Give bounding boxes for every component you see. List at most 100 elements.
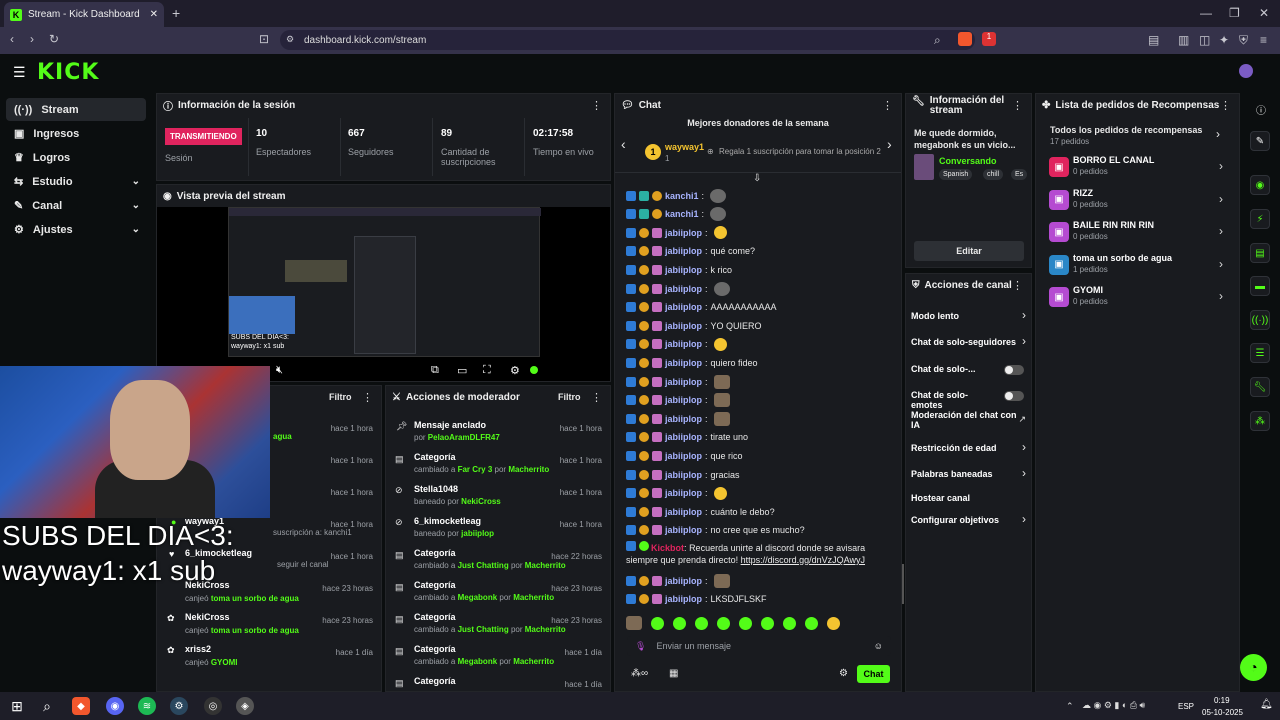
community-rail-button[interactable]: ⁂ — [1250, 411, 1270, 431]
obs-taskbar-icon[interactable]: ◎ — [204, 697, 222, 715]
reward-item[interactable]: ▣ BORRO EL CANAL 0 pedidos › — [1049, 153, 1229, 183]
tools-icon[interactable]: ⁂∞ — [631, 668, 648, 679]
notes-rail-button[interactable]: ▤ — [1250, 243, 1270, 263]
channel-action-item[interactable]: Moderación del chat con IA ↗ — [905, 410, 1032, 430]
chat-username[interactable]: jabiiplop — [665, 414, 702, 424]
emoji-icon[interactable]: ☺ — [874, 641, 883, 651]
windows-start-icon[interactable]: ⊞ — [8, 697, 26, 715]
channel-action-item[interactable]: Configurar objetivos › — [905, 512, 1032, 530]
sidebar-item-estudio[interactable]: ⇆ Estudio ⌄ — [6, 170, 146, 193]
pip-icon[interactable]: ⧉ — [431, 364, 439, 377]
reward-item[interactable]: ▣ toma un sorbo de agua 1 pedidos › — [1049, 251, 1229, 281]
reader-icon[interactable]: ▤ — [1148, 33, 1159, 47]
help-button[interactable]: ◔ — [1240, 654, 1267, 681]
brave-taskbar-icon[interactable]: ◆ — [72, 697, 90, 715]
reward-item[interactable]: ▣ BAILE RIN RIN RIN 0 pedidos › — [1049, 218, 1229, 248]
zoom-icon[interactable]: ⌕ — [934, 33, 941, 48]
sidebar-item-ajustes[interactable]: ⚙ Ajustes ⌄ — [6, 218, 146, 241]
sidebar-item-ingresos[interactable]: ▣ Ingresos — [6, 122, 146, 145]
kebab-icon[interactable]: ⋮ — [1012, 99, 1023, 112]
chat-scrollbar[interactable] — [902, 564, 904, 604]
chat-username[interactable]: jabiiplop — [665, 246, 702, 256]
browser-tab[interactable]: K Stream - Kick Dashboard ✕ — [4, 2, 164, 27]
clock-date[interactable]: 05-10-2025 — [1202, 708, 1243, 717]
menu-icon[interactable]: ≡ — [1260, 33, 1267, 47]
theater-icon[interactable]: ▭ — [457, 364, 467, 377]
sidebar-toggle-icon[interactable]: ▥ — [1178, 33, 1189, 47]
chat-username[interactable]: jabiiplop — [665, 395, 702, 405]
emote-icon[interactable] — [695, 616, 708, 630]
sidebar-item-stream[interactable]: ((·)) Stream — [6, 98, 146, 121]
avatar[interactable] — [1239, 64, 1253, 78]
chat-username[interactable]: jabiiplop — [665, 525, 702, 535]
spotify-taskbar-icon[interactable]: ≋ — [138, 697, 156, 715]
chat-username[interactable]: jabiiplop — [665, 265, 702, 275]
tray-icons[interactable]: ☁ ◉ ⚙ ▮ ◐ ⎙ 🔊︎ — [1082, 700, 1145, 711]
back-icon[interactable]: ‹ — [10, 32, 14, 46]
window-close-icon[interactable]: ✕ — [1259, 6, 1269, 20]
channel-action-item[interactable]: Palabras baneadas › — [905, 466, 1032, 484]
info-icon[interactable]: ⓘ — [1256, 102, 1266, 117]
notifications-icon[interactable]: 🔔︎ — [1260, 699, 1273, 710]
reload-icon[interactable]: ↻ — [49, 32, 59, 46]
kebab-icon[interactable]: ⋮ — [1220, 99, 1231, 112]
channel-action-item[interactable]: Chat de solo-emotes — [905, 387, 1032, 410]
bookmark-icon[interactable]: ⊡ — [259, 32, 269, 46]
chat-username[interactable]: jabiiplop — [665, 302, 702, 312]
edit-stream-button[interactable]: Editar — [914, 241, 1024, 261]
lightning-rail-button[interactable]: ⚡︎ — [1250, 209, 1270, 229]
toggle-switch[interactable] — [1004, 365, 1024, 375]
chat-username[interactable]: jabiiplop — [665, 228, 702, 238]
close-tab-icon[interactable]: ✕ — [150, 9, 158, 20]
channel-action-item[interactable]: Modo lento › — [905, 308, 1032, 326]
kebab-icon[interactable]: ⋮ — [882, 99, 893, 112]
channel-action-item[interactable]: Restricción de edad › — [905, 440, 1032, 458]
fullscreen-icon[interactable]: ⛶ — [483, 364, 491, 377]
sidebar-item-canal[interactable]: ✎ Canal ⌄ — [6, 194, 146, 217]
chat-username[interactable]: jabiiplop — [665, 284, 702, 294]
steam-taskbar-icon[interactable]: ⚙ — [170, 697, 188, 715]
chat-username[interactable]: Kickbot — [651, 543, 684, 553]
chat-username[interactable]: jabiiplop — [665, 507, 702, 517]
emote-icon[interactable] — [783, 616, 796, 630]
maximize-icon[interactable]: ❐ — [1229, 6, 1240, 20]
toggle-switch[interactable] — [1004, 391, 1024, 401]
chat-username[interactable]: jabiiplop — [665, 594, 702, 604]
chat-username[interactable]: jabiiplop — [665, 576, 702, 586]
category-name[interactable]: Conversando — [939, 156, 997, 166]
chat-rail-button[interactable]: ▬ — [1250, 276, 1270, 296]
chat-username[interactable]: kanchi1 — [665, 191, 699, 201]
app-taskbar-icon[interactable]: ◈ — [236, 697, 254, 715]
chat-settings-icon[interactable]: ⚙ — [839, 668, 848, 679]
language-indicator[interactable]: ESP — [1178, 702, 1194, 711]
chevron-right-icon[interactable]: › — [887, 136, 892, 152]
emote-icon[interactable] — [651, 616, 664, 630]
tools-rail-button[interactable]: 🔧︎ — [1250, 377, 1270, 397]
reward-item[interactable]: ▣ RIZZ 0 pedidos › — [1049, 186, 1229, 216]
mute-icon[interactable]: 🔇︎ — [276, 364, 283, 377]
discord-link[interactable]: https://discord.gg/dnVzJQAwyJ — [741, 555, 865, 565]
minimize-icon[interactable]: — — [1200, 6, 1212, 20]
clock-time[interactable]: 0:19 — [1214, 696, 1230, 705]
url-field[interactable]: dashboard.kick.com/stream — [280, 30, 975, 50]
send-chat-button[interactable]: Chat — [857, 665, 890, 683]
all-rewards-label[interactable]: Todos los pedidos de recompensas — [1050, 125, 1202, 135]
tray-chevron-icon[interactable]: ⌃ — [1066, 701, 1074, 712]
kebab-icon[interactable]: ⋮ — [591, 391, 602, 404]
reward-item[interactable]: ▣ GYOMI 0 pedidos › — [1049, 283, 1229, 313]
camera-rail-button[interactable]: ◉ — [1250, 175, 1270, 195]
kebab-icon[interactable]: ⋮ — [1012, 279, 1023, 292]
emote-icon[interactable] — [805, 616, 818, 630]
chat-username[interactable]: jabiiplop — [665, 451, 702, 461]
emote-icon[interactable] — [739, 616, 752, 630]
chat-input[interactable]: 🎙︎ Enviar un mensaje ☺ — [627, 636, 891, 656]
chat-username[interactable]: kanchi1 — [665, 209, 699, 219]
chat-username[interactable]: jabiiplop — [665, 339, 702, 349]
settings-icon[interactable]: ⚙ — [510, 364, 520, 377]
channel-action-item[interactable]: Chat de solo-seguidores › — [905, 334, 1032, 352]
activity-filter-button[interactable]: Filtro — [329, 392, 352, 402]
emote-icon[interactable] — [717, 616, 730, 630]
site-info-icon[interactable]: ⚙ — [286, 34, 294, 45]
emote-icon[interactable] — [673, 616, 686, 630]
channel-action-item[interactable]: Hostear canal — [905, 490, 1032, 508]
